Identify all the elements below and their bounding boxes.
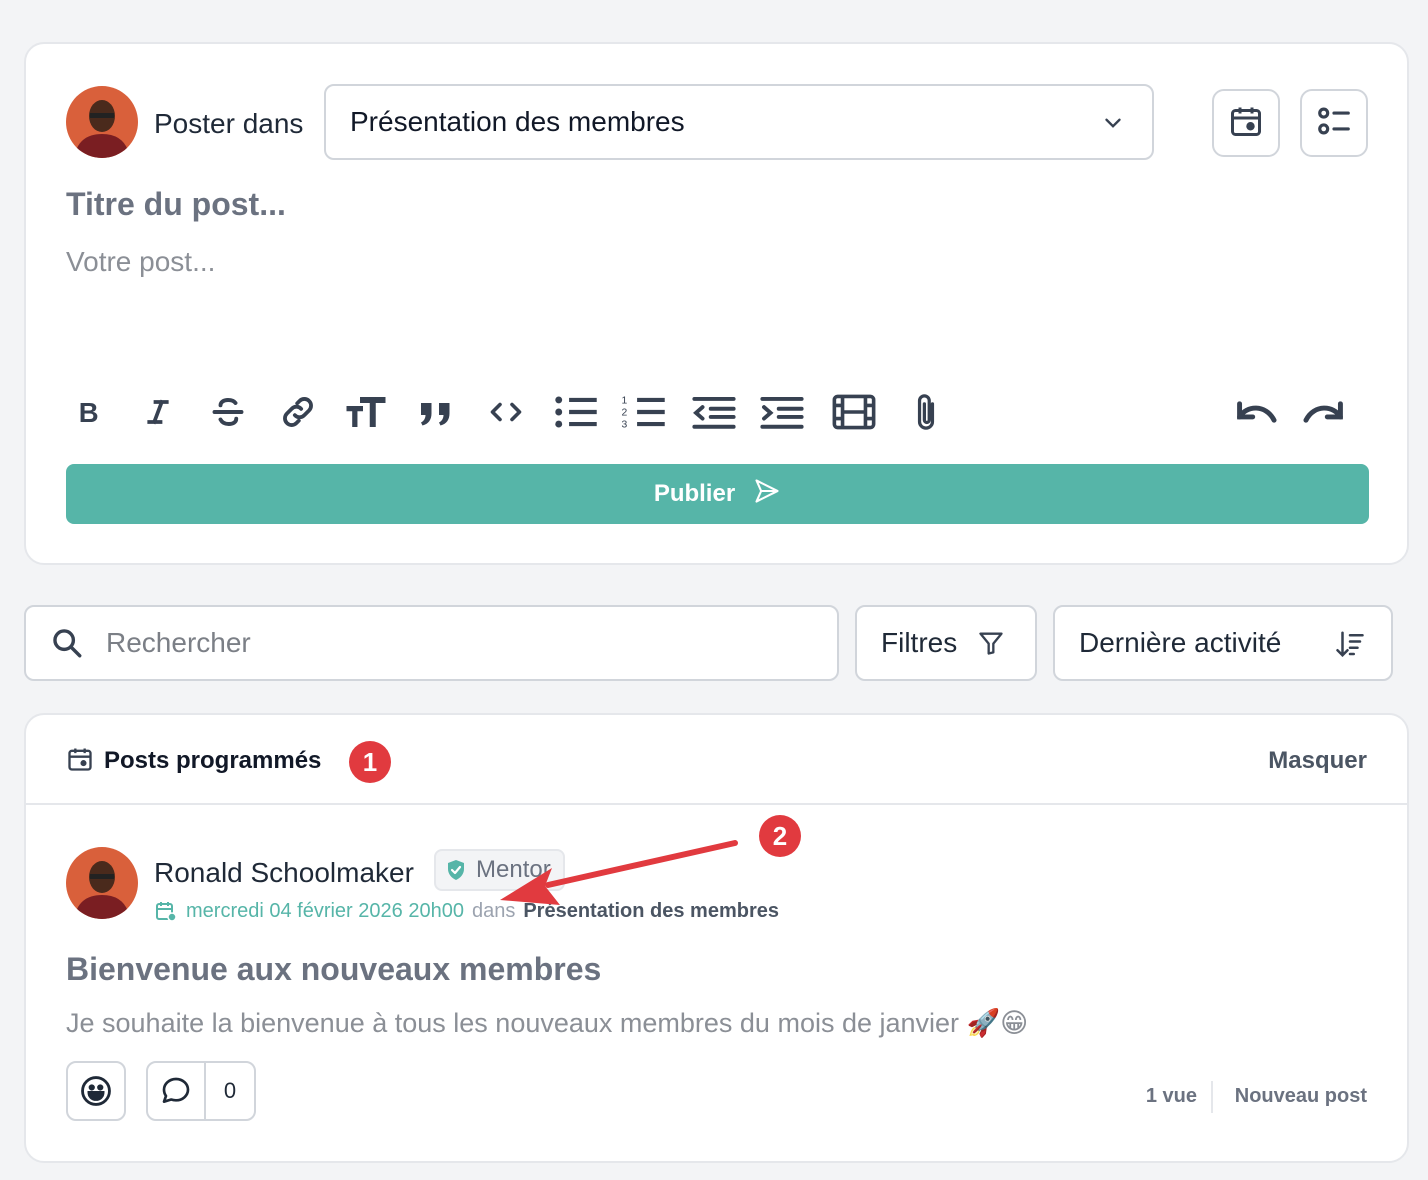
comment-count: 0: [223, 1078, 237, 1103]
svg-text:B: B: [79, 397, 99, 428]
svg-text:1: 1: [622, 395, 628, 406]
svg-text:3: 3: [622, 420, 628, 431]
annotation-badge-2: 2: [759, 815, 801, 857]
filter-funnel-icon: [977, 629, 1005, 657]
reaction-button[interactable]: [66, 1061, 126, 1121]
undo-icon[interactable]: [1230, 388, 1282, 436]
sort-descending-icon: [1335, 629, 1365, 659]
svg-text:2: 2: [622, 407, 628, 418]
strikethrough-icon[interactable]: [204, 388, 252, 436]
bold-icon[interactable]: B: [66, 388, 114, 436]
scheduled-posts-title: Posts programmés: [104, 747, 322, 774]
filters-button[interactable]: Filtres: [855, 605, 1037, 681]
numbered-list-icon[interactable]: 12 3: [618, 388, 670, 436]
poll-button[interactable]: [1300, 89, 1368, 157]
post-composer: Poster dans Présentation des membres Tit…: [24, 42, 1409, 565]
scheduled-posts-panel: Posts programmés 1 Masquer Ronald School…: [24, 713, 1409, 1163]
scheduled-clock-icon: [154, 899, 178, 923]
link-icon[interactable]: [274, 388, 322, 436]
comment-button[interactable]: 0: [146, 1061, 256, 1121]
post-title-input[interactable]: Titre du post...: [66, 186, 286, 223]
poster-label: Poster dans: [154, 108, 304, 139]
poll-list-icon: [1315, 102, 1353, 145]
hide-link[interactable]: Masquer: [1268, 747, 1367, 775]
space-select[interactable]: Présentation des membres: [324, 84, 1154, 160]
space-select-value: Présentation des membres: [350, 106, 685, 137]
publish-label: Publier: [653, 480, 736, 507]
annotation-badge-1: 1: [349, 741, 391, 783]
post-excerpt: Je souhaite la bienvenue à tous les nouv…: [66, 1008, 1029, 1038]
code-icon[interactable]: [482, 388, 530, 436]
video-icon[interactable]: [828, 388, 880, 436]
outdent-icon[interactable]: [688, 388, 740, 436]
search-placeholder: Rechercher: [106, 627, 251, 658]
smiley-icon: [79, 1074, 113, 1108]
meta-in-label: dans: [471, 899, 516, 922]
filters-label: Filtres: [881, 627, 958, 658]
verified-shield-icon: [444, 858, 468, 882]
role-label: Mentor: [476, 856, 551, 883]
sort-label: Dernière activité: [1079, 627, 1282, 658]
post-space-link[interactable]: Présentation des membres: [523, 900, 779, 923]
calendar-icon: [66, 745, 94, 773]
search-icon: [50, 626, 84, 660]
post-title[interactable]: Bienvenue aux nouveaux membres: [66, 951, 601, 988]
author-name[interactable]: Ronald Schoolmaker: [154, 857, 414, 889]
schedule-button[interactable]: [1212, 89, 1280, 157]
post-status: Nouveau post: [1234, 1085, 1367, 1107]
author-avatar[interactable]: [66, 847, 138, 919]
avatar: [66, 86, 138, 158]
post-meta: mercredi 04 février 2026 20h00 dans Prés…: [154, 899, 779, 923]
send-icon: [753, 477, 781, 512]
comment-bubble-icon: [148, 1063, 206, 1119]
chevron-down-icon: [1100, 110, 1126, 143]
italic-icon[interactable]: [134, 388, 182, 436]
publish-button[interactable]: Publier: [66, 464, 1369, 524]
sort-button[interactable]: Dernière activité: [1053, 605, 1393, 681]
search-input[interactable]: Rechercher: [24, 605, 839, 681]
meta-divider: [1211, 1081, 1213, 1113]
role-badge: Mentor: [434, 849, 565, 891]
calendar-icon: [1228, 103, 1264, 144]
scheduled-posts-header: Posts programmés 1 Masquer: [26, 715, 1407, 805]
scheduled-date: mercredi 04 février 2026 20h00: [186, 899, 464, 922]
redo-icon[interactable]: [1298, 388, 1350, 436]
text-size-icon[interactable]: [342, 388, 390, 436]
bullet-list-icon[interactable]: [550, 388, 602, 436]
view-count: 1 vue: [1145, 1085, 1197, 1107]
indent-icon[interactable]: [756, 388, 808, 436]
quote-icon[interactable]: [412, 388, 460, 436]
attachment-icon[interactable]: [902, 388, 950, 436]
post-body-input[interactable]: Votre post...: [66, 246, 215, 278]
